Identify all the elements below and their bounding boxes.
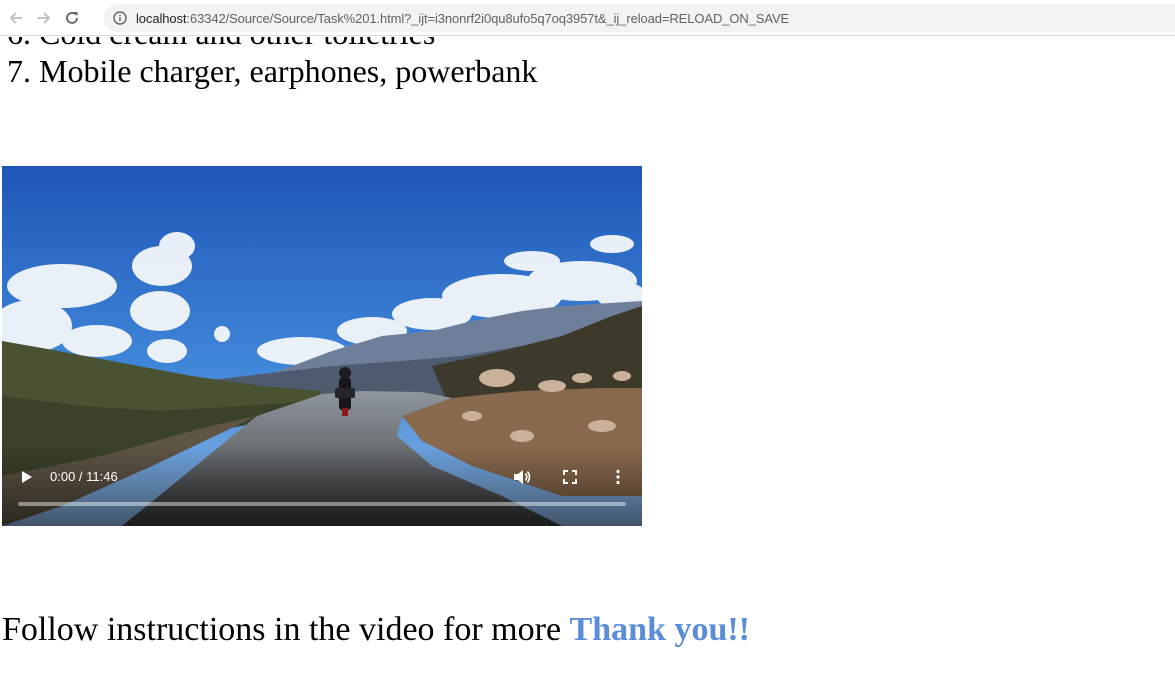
closing-line: Follow instructions in the video for mor… xyxy=(2,610,750,650)
closing-text: Follow instructions in the video for mor… xyxy=(2,611,562,648)
reload-icon xyxy=(66,11,78,24)
thanks-text: Thank you!! xyxy=(569,611,751,648)
volume-icon[interactable] xyxy=(512,468,532,486)
list-item-toiletries: 6. Cold cream and other toiletries xyxy=(7,37,435,51)
url-host: localhost xyxy=(136,10,187,26)
address-bar[interactable]: localhost:63342/Source/Source/Task%201.h… xyxy=(104,4,1175,32)
play-icon[interactable] xyxy=(18,467,36,487)
url-path: :63342/Source/Source/Task%201.html?_ijt=… xyxy=(186,10,790,26)
video-time: 0:00 / 11:46 xyxy=(50,469,118,484)
video-player[interactable]: 0:00 / 11:46 xyxy=(2,166,642,526)
back-button[interactable] xyxy=(4,6,28,30)
browser-toolbar: localhost:63342/Source/Source/Task%201.h… xyxy=(0,0,1175,36)
url-text[interactable]: localhost:63342/Source/Source/Task%201.h… xyxy=(136,11,789,26)
controls-bar xyxy=(2,446,642,526)
forward-button[interactable] xyxy=(32,6,56,30)
back-arrow-icon xyxy=(9,11,22,24)
forward-arrow-icon xyxy=(38,11,51,24)
reload-button[interactable] xyxy=(60,6,84,30)
more-options-icon[interactable] xyxy=(615,469,621,485)
page-content: 6. Cold cream and other toiletries 7. Mo… xyxy=(0,37,1175,677)
list-item-charger: 7. Mobile charger, earphones, powerbank xyxy=(7,53,538,89)
fullscreen-icon[interactable] xyxy=(563,470,577,484)
video-progress-bar[interactable] xyxy=(18,502,626,506)
info-icon[interactable] xyxy=(112,10,128,26)
